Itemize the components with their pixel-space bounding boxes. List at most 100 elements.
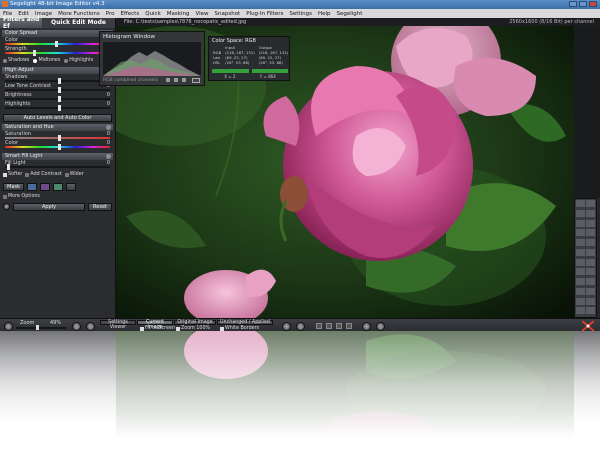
tool-zoom-icon[interactable] xyxy=(586,200,595,207)
tool-brush-icon[interactable] xyxy=(576,219,585,227)
slider-shadows[interactable]: Shadows 0 xyxy=(3,74,112,84)
section-toggle-icon[interactable] xyxy=(106,154,111,159)
help-icon[interactable] xyxy=(3,203,10,210)
undo-icon[interactable] xyxy=(282,322,291,331)
slider-track[interactable] xyxy=(5,166,110,168)
slider-low-tone-contrast[interactable]: Low Tone Contrast 0 xyxy=(3,83,112,93)
snapshot-icon[interactable] xyxy=(362,322,371,331)
section-smart-fill-light[interactable]: Smart Fill Light xyxy=(2,153,113,160)
menu-settings[interactable]: Settings xyxy=(289,11,312,17)
slider-brightness[interactable]: Brightness 0 xyxy=(3,92,112,102)
menu-masking[interactable]: Masking xyxy=(167,11,190,17)
histogram-refresh-icon[interactable] xyxy=(174,78,178,82)
tool-mask-icon[interactable] xyxy=(576,307,585,315)
tool-gradient-icon[interactable] xyxy=(586,248,595,256)
histogram-channel-dropdown[interactable] xyxy=(192,78,200,83)
reset-button[interactable]: Reset xyxy=(88,202,112,211)
minimize-icon[interactable] xyxy=(569,1,577,7)
view-single-icon[interactable] xyxy=(316,323,322,329)
mask-dropdown[interactable]: Mask xyxy=(3,182,24,191)
color-space-window[interactable]: Color Space: RGB Input Output RGB (218, … xyxy=(208,36,290,81)
slider-highlights[interactable]: Highlights 0 xyxy=(3,101,112,111)
menu-pro[interactable]: Pro xyxy=(106,11,115,17)
close-icon[interactable] xyxy=(589,1,597,7)
menu-quick[interactable]: Quick xyxy=(145,11,161,17)
zoom-slider-handle[interactable] xyxy=(36,325,39,330)
fit-icon[interactable] xyxy=(86,322,95,331)
zoom-slider[interactable] xyxy=(16,327,66,329)
tool-lasso-icon[interactable] xyxy=(586,239,595,246)
mask-erase-icon[interactable] xyxy=(65,182,76,191)
tool-text-icon[interactable] xyxy=(576,258,585,266)
section-saturation-hue[interactable]: Saturation and Hue xyxy=(2,124,113,131)
mask-gradient-icon[interactable] xyxy=(39,182,50,191)
slider-handle[interactable] xyxy=(58,105,61,111)
tab-settings-viewer[interactable]: Settings Viewer xyxy=(100,320,136,329)
checkbox-wider[interactable]: Wider xyxy=(64,172,84,177)
mask-brush-icon[interactable] xyxy=(26,182,37,191)
tool-sponge-icon[interactable] xyxy=(586,297,595,305)
menu-effects[interactable]: Effects xyxy=(121,11,140,17)
tab-current-image[interactable]: Current Image xyxy=(137,320,173,329)
tool-sharpen-icon[interactable] xyxy=(576,287,585,295)
section-color-spread[interactable]: Color Spread xyxy=(2,30,113,37)
tab-filters-and-effects[interactable]: Filters and Ef xyxy=(0,16,42,30)
slider-handle[interactable] xyxy=(58,144,61,150)
tool-heal-icon[interactable] xyxy=(586,229,595,237)
tool-rotate-icon[interactable] xyxy=(586,209,595,217)
tool-wand-icon[interactable] xyxy=(576,248,585,256)
menu-view[interactable]: View xyxy=(195,11,208,17)
tab-unchanged-applied[interactable]: Unchanged / Applied xyxy=(217,320,273,325)
tool-move-icon[interactable] xyxy=(576,200,585,207)
menu-more-functions[interactable]: More Functions xyxy=(58,11,100,17)
tool-eraser-icon[interactable] xyxy=(586,219,595,227)
zoom-out-icon[interactable] xyxy=(4,322,13,331)
tool-shape-icon[interactable] xyxy=(586,258,595,266)
section-high-adjust[interactable]: High Adjust xyxy=(2,67,113,74)
tool-hand-icon[interactable] xyxy=(586,268,595,276)
slider-strength[interactable]: Strength 0 xyxy=(3,46,112,56)
redo-icon[interactable] xyxy=(296,322,305,331)
menu-help[interactable]: Help xyxy=(318,11,331,17)
slider-fill-light[interactable]: Fill Light 0 xyxy=(3,160,112,170)
view-quad-icon[interactable] xyxy=(346,323,352,329)
auto-levels-button[interactable]: Auto Levels and Auto Color xyxy=(3,113,112,122)
slider-color[interactable]: Color xyxy=(3,37,112,47)
slider-handle[interactable] xyxy=(33,50,36,56)
tool-burn-icon[interactable] xyxy=(576,297,585,305)
checkbox-softer[interactable]: Softer xyxy=(3,172,22,177)
more-options-toggle[interactable]: More Options xyxy=(3,194,40,199)
apply-button[interactable]: Apply xyxy=(13,202,85,211)
menu-segelight[interactable]: Segelight xyxy=(336,11,362,17)
view-split-icon[interactable] xyxy=(326,323,332,329)
checkbox-add-contrast[interactable]: Add Contrast xyxy=(25,172,62,177)
tab-original-image[interactable]: Original Image xyxy=(174,320,216,325)
radio-midtones[interactable]: Midtones xyxy=(33,58,60,63)
tool-dodge-icon[interactable] xyxy=(586,287,595,295)
menu-plugin-filters[interactable]: Plug-In Filters xyxy=(246,11,283,17)
tool-select-icon[interactable] xyxy=(576,239,585,246)
menu-snapshot[interactable]: Snapshot xyxy=(215,11,241,17)
slider-track[interactable] xyxy=(5,52,110,54)
tool-picker-icon[interactable] xyxy=(576,268,585,276)
tool-clone-icon[interactable] xyxy=(576,229,585,237)
tab-quick-edit-mode[interactable]: Quick Edit Mode xyxy=(42,18,115,28)
slider-color-hue[interactable]: Color 0 xyxy=(3,140,112,150)
slider-saturation[interactable]: Saturation 0 xyxy=(3,131,112,141)
zoom-in-icon[interactable] xyxy=(72,322,81,331)
tool-crop-icon[interactable] xyxy=(576,209,585,217)
tool-blur-icon[interactable] xyxy=(586,278,595,285)
histogram-settings-icon[interactable] xyxy=(182,78,186,82)
tool-layer-icon[interactable] xyxy=(586,307,595,315)
histogram-window[interactable]: Histogram Window RGB combined channels xyxy=(99,31,205,86)
mask-fill-icon[interactable] xyxy=(52,182,63,191)
histogram-option-icon[interactable] xyxy=(166,78,170,82)
view-side-icon[interactable] xyxy=(336,323,342,329)
radio-shadows[interactable]: Shadows xyxy=(3,58,29,63)
radio-highlights[interactable]: Highlights xyxy=(64,58,93,63)
tool-red-eye-icon[interactable] xyxy=(576,278,585,285)
slider-handle[interactable] xyxy=(7,164,10,170)
section-toggle-icon[interactable] xyxy=(106,125,111,130)
compare-icon[interactable] xyxy=(376,322,385,331)
maximize-icon[interactable] xyxy=(579,1,587,7)
